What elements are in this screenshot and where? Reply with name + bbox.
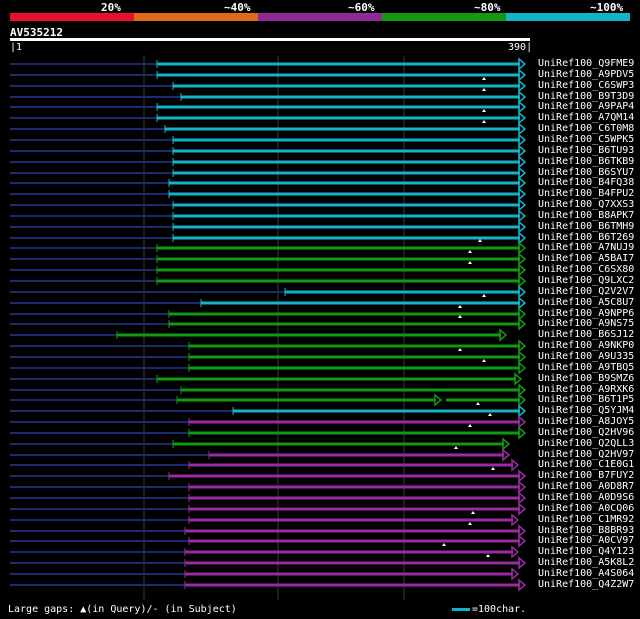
hit-label[interactable]: UniRef100_A8JOY5 [538,416,634,427]
hit-label[interactable]: UniRef100_A9PDV5 [538,69,634,80]
hit-label[interactable]: UniRef100_B6TU93 [538,145,634,156]
hit-label[interactable]: UniRef100_A0D9S6 [538,492,634,503]
query-gap-marker-icon [458,348,462,351]
query-gap-marker-icon [468,261,472,264]
query-gap-marker-icon [482,294,486,297]
hit-label[interactable]: UniRef100_Q9FME9 [538,58,634,69]
query-gap-marker-icon [488,413,492,416]
hit-label[interactable]: UniRef100_Q4Z2W7 [538,579,634,590]
query-gap-marker-icon [454,446,458,449]
hit-label[interactable]: UniRef100_C1MR92 [538,514,634,525]
hit-label[interactable]: UniRef100_A5C8U7 [538,297,634,308]
hit-label[interactable]: UniRef100_B6TKB9 [538,156,634,167]
scale-label: =100char. [472,604,527,615]
hit-label[interactable]: UniRef100_Q9LXC2 [538,275,634,286]
query-gap-marker-icon [482,359,486,362]
hit-label[interactable]: UniRef100_A0CV97 [538,535,634,546]
hit-label[interactable]: UniRef100_B4FQ38 [538,177,634,188]
hit-label[interactable]: UniRef100_Q4Y123 [538,546,634,557]
hit-label[interactable]: UniRef100_A9U335 [538,351,634,362]
query-gap-marker-icon [476,402,480,405]
hit-label[interactable]: UniRef100_B8APK7 [538,210,634,221]
hit-label[interactable]: UniRef100_C5WPK5 [538,134,634,145]
query-gap-marker-icon [468,424,472,427]
hit-label[interactable]: UniRef100_C6SX80 [538,264,634,275]
hit-label[interactable]: UniRef100_A0D8R7 [538,481,634,492]
query-gap-marker-icon [491,467,495,470]
hit-label[interactable]: UniRef100_A9TBQ5 [538,362,634,373]
hit-label[interactable]: UniRef100_A0CQ06 [538,503,634,514]
scale-legend: =100char. [452,604,526,615]
query-gap-marker-icon [486,554,490,557]
query-gap-marker-icon [442,543,446,546]
query-gap-marker-icon [482,77,486,80]
hit-label[interactable]: UniRef100_C6SWP3 [538,80,634,91]
hit-label[interactable]: UniRef100_B9SMZ6 [538,373,634,384]
query-gap-marker-icon [482,120,486,123]
hit-label[interactable]: UniRef100_A9NKP0 [538,340,634,351]
gaps-legend: Large gaps: ▲(in Query)/- (in Subject) [8,604,237,615]
hit-label[interactable]: UniRef100_A5BAI7 [538,253,634,264]
query-gap-marker-icon [458,305,462,308]
hit-label[interactable]: UniRef100_B7FUY2 [538,470,634,481]
hit-label[interactable]: UniRef100_A7QM14 [538,112,634,123]
hit-label[interactable]: UniRef100_Q5YJM4 [538,405,634,416]
hit-label[interactable]: UniRef100_B6SJ12 [538,329,634,340]
hit-label[interactable]: UniRef100_A9PAP4 [538,101,634,112]
hit-label[interactable]: UniRef100_C1E0G1 [538,459,634,470]
hit-arrow-icon [434,393,443,407]
query-gap-marker-icon [468,250,472,253]
query-gap-marker-icon [471,511,475,514]
hit-label[interactable]: UniRef100_C6T0M8 [538,123,634,134]
scale-bar [452,607,470,611]
hit-label[interactable]: UniRef100_Q2QLL3 [538,438,634,449]
query-gap-marker-icon [468,522,472,525]
query-gap-marker-icon [482,88,486,91]
hit-label[interactable]: UniRef100_B6T1P5 [538,394,634,405]
hit-label[interactable]: UniRef100_B6TMH9 [538,221,634,232]
hit-label[interactable]: UniRef100_B4FPU2 [538,188,634,199]
hit-label[interactable]: UniRef100_Q2V2V7 [538,286,634,297]
hit-label[interactable]: UniRef100_Q7XXS3 [538,199,634,210]
hit-label[interactable]: UniRef100_A9NS75 [538,318,634,329]
hit-label[interactable]: UniRef100_Q2HV96 [538,427,634,438]
hit-label[interactable]: UniRef100_A5K8L2 [538,557,634,568]
hit-label[interactable]: UniRef100_A4S064 [538,568,634,579]
query-gap-marker-icon [482,109,486,112]
hit-label[interactable]: UniRef100_A7NUJ9 [538,242,634,253]
